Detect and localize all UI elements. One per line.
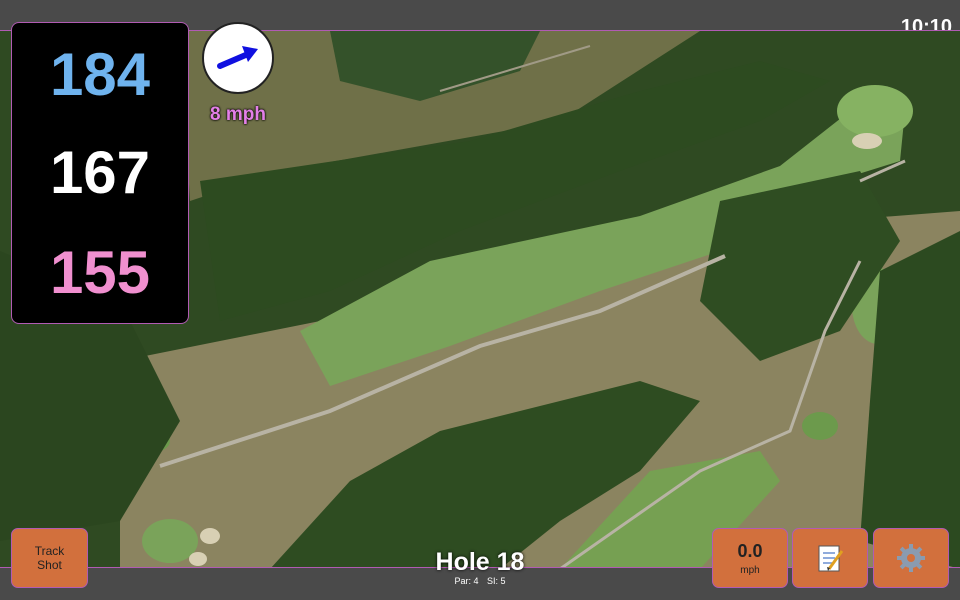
track-shot-label: Track Shot (34, 544, 65, 572)
wind-compass (202, 22, 274, 94)
wind-arrow-icon (217, 46, 258, 69)
distance-back: 184 (49, 41, 151, 108)
notepad-icon (818, 545, 844, 572)
hole-title: Hole 18 (435, 548, 525, 576)
distance-panel: 184 167 155 (11, 22, 189, 324)
speed-unit: mph (740, 564, 760, 576)
hole-stroke-index: SI: 5 (487, 576, 506, 586)
settings-button[interactable] (873, 528, 949, 588)
hole-par: Par: 4 (454, 576, 479, 586)
speed-value: 0.0 (737, 540, 763, 561)
distance-middle: 167 (49, 139, 151, 206)
distance-front: 155 (49, 239, 151, 306)
track-shot-button[interactable]: Track Shot (11, 528, 88, 588)
gear-icon (897, 544, 925, 572)
hole-info: Hole 18 Par: 4 SI: 5 (380, 548, 580, 586)
notes-button[interactable] (792, 528, 868, 588)
wind-speed-label: 8 mph (210, 104, 266, 125)
speed-button[interactable]: 0.0 mph (712, 528, 788, 588)
hole-details: Par: 4 SI: 5 (380, 576, 580, 586)
